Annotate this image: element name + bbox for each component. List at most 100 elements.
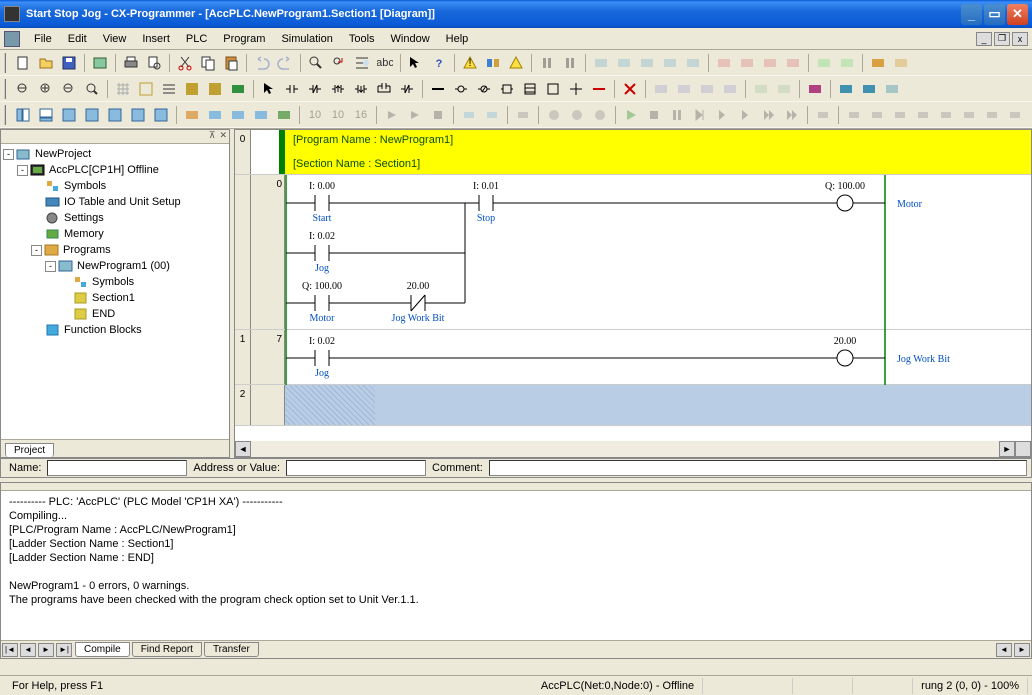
tree-label[interactable]: NewProgram1 (00) [77, 260, 170, 272]
replace-button[interactable] [328, 52, 350, 74]
redo-button[interactable] [274, 52, 296, 74]
panel-btn-9[interactable] [204, 104, 226, 126]
warning-button[interactable]: ! [459, 52, 481, 74]
end-btn-4[interactable] [889, 104, 911, 126]
ladder-header[interactable]: 0 [Program Name : NewProgram1] [Section … [235, 130, 1031, 175]
coil-tool[interactable] [450, 78, 472, 100]
pause2-button[interactable] [559, 52, 581, 74]
misc-btn-9[interactable] [858, 78, 880, 100]
pause-button[interactable] [536, 52, 558, 74]
scroll-left-button[interactable]: ◄ [235, 441, 251, 457]
tree-label[interactable]: Settings [64, 212, 104, 224]
sim-step-over[interactable] [735, 104, 757, 126]
nc-contact-tool[interactable] [304, 78, 326, 100]
tab-next-button[interactable]: ► [38, 643, 54, 657]
name-input[interactable] [47, 460, 187, 476]
menu-view[interactable]: View [95, 31, 135, 47]
tree-label[interactable]: IO Table and Unit Setup [64, 196, 181, 208]
view-btn-5[interactable] [227, 78, 249, 100]
tree-close-icon[interactable]: ✕ [219, 130, 227, 143]
menu-file[interactable]: File [26, 31, 60, 47]
tr-btn-4[interactable] [782, 52, 804, 74]
end-btn-2[interactable] [843, 104, 865, 126]
falling-contact-tool[interactable] [350, 78, 372, 100]
tree-label[interactable]: AccPLC[CP1H] Offline [49, 164, 159, 176]
menu-window[interactable]: Window [383, 31, 438, 47]
undo-button[interactable] [251, 52, 273, 74]
menu-insert[interactable]: Insert [134, 31, 178, 47]
panel-btn-10[interactable] [227, 104, 249, 126]
mode-btn-2[interactable] [613, 52, 635, 74]
misc-btn-7[interactable] [804, 78, 826, 100]
tr-btn-5[interactable] [813, 52, 835, 74]
xref-button[interactable]: abc [374, 52, 396, 74]
menu-simulation[interactable]: Simulation [273, 31, 340, 47]
tr-btn-2[interactable] [736, 52, 758, 74]
copy-button[interactable] [197, 52, 219, 74]
panel-btn-11[interactable] [250, 104, 272, 126]
dbg-btn-4[interactable] [458, 104, 480, 126]
out-scroll-right[interactable]: ► [1014, 643, 1030, 657]
end-btn-3[interactable] [866, 104, 888, 126]
ladder-scroll-area[interactable]: 0 [Program Name : NewProgram1] [Section … [235, 130, 1031, 441]
tree-expander[interactable]: - [31, 245, 42, 256]
misc-btn-3[interactable] [696, 78, 718, 100]
not-tool[interactable] [396, 78, 418, 100]
tree-label[interactable]: Memory [64, 228, 104, 240]
cut-button[interactable] [174, 52, 196, 74]
vline-tool[interactable] [565, 78, 587, 100]
tree-label[interactable]: END [92, 308, 115, 320]
dbg-btn-2[interactable] [404, 104, 426, 126]
tree-expander[interactable]: - [3, 149, 14, 160]
mode-btn-5[interactable] [682, 52, 704, 74]
tree-label[interactable]: Symbols [92, 276, 134, 288]
maximize-button[interactable]: ▭ [984, 4, 1005, 25]
panel-btn-12[interactable] [273, 104, 295, 126]
view-btn-4[interactable] [204, 78, 226, 100]
tab-last-button[interactable]: ►| [56, 643, 72, 657]
tr-btn-1[interactable] [713, 52, 735, 74]
menu-program[interactable]: Program [215, 31, 273, 47]
sim-play[interactable] [620, 104, 642, 126]
panel-btn-6[interactable] [127, 104, 149, 126]
panel-btn-7[interactable] [150, 104, 172, 126]
help-button[interactable]: ? [428, 52, 450, 74]
save-button[interactable] [58, 52, 80, 74]
view-btn-1[interactable] [135, 78, 157, 100]
radix-10[interactable]: 10 [304, 104, 326, 126]
paste-button[interactable] [220, 52, 242, 74]
panel-btn-3[interactable] [58, 104, 80, 126]
goto-button[interactable] [351, 52, 373, 74]
zoom-out-button[interactable] [58, 78, 80, 100]
output-tab-find[interactable]: Find Report [132, 642, 202, 657]
misc-btn-4[interactable] [719, 78, 741, 100]
dbg-btn-9[interactable] [589, 104, 611, 126]
output-tab-transfer[interactable]: Transfer [204, 642, 259, 657]
menu-tools[interactable]: Tools [341, 31, 383, 47]
find-button[interactable] [305, 52, 327, 74]
tree-label[interactable]: Section1 [92, 292, 135, 304]
ladder-rung-end[interactable]: 2 [235, 385, 1031, 426]
mode-btn-3[interactable] [636, 52, 658, 74]
zoom-fit-button[interactable] [12, 78, 34, 100]
tree-expander[interactable]: - [45, 261, 56, 272]
sim-step-into[interactable] [712, 104, 734, 126]
rising-contact-tool[interactable] [327, 78, 349, 100]
mdi-restore-button[interactable]: ❐ [994, 32, 1010, 46]
delete-tool[interactable] [619, 78, 641, 100]
address-input[interactable] [286, 460, 426, 476]
mdi-close-button[interactable]: x [1012, 32, 1028, 46]
print-preview-button[interactable] [143, 52, 165, 74]
help-cursor-button[interactable] [405, 52, 427, 74]
end-btn-5[interactable] [912, 104, 934, 126]
output-text[interactable]: ---------- PLC: 'AccPLC' (PLC Model 'CP1… [1, 491, 1031, 640]
panel-btn-5[interactable] [104, 104, 126, 126]
cursor-tool[interactable] [258, 78, 280, 100]
view-btn-2[interactable] [158, 78, 180, 100]
project-tab[interactable]: Project [5, 443, 54, 457]
sim-ffwd[interactable] [781, 104, 803, 126]
mode-btn-1[interactable] [590, 52, 612, 74]
sim-pause[interactable] [666, 104, 688, 126]
menu-plc[interactable]: PLC [178, 31, 215, 47]
end-btn-8[interactable] [981, 104, 1003, 126]
